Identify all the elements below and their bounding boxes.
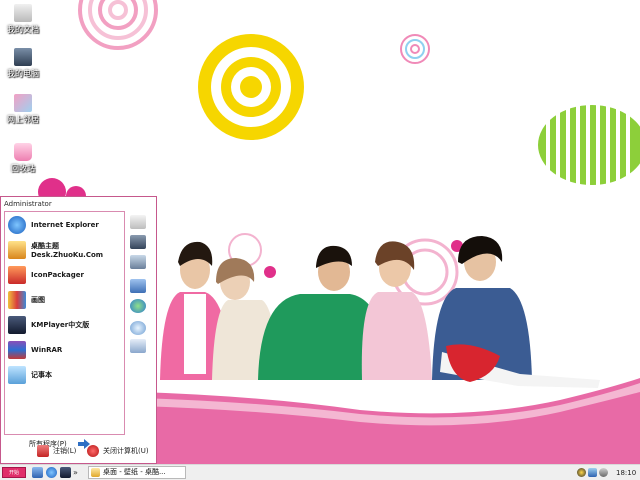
- menu-item-label: 记事本: [31, 370, 52, 379]
- volume-icon[interactable]: [599, 468, 608, 477]
- menu-item-notepad[interactable]: 记事本: [8, 364, 122, 386]
- logoff-icon: [37, 445, 49, 457]
- taskbar: 开始 » 桌面 - 壁纸 - 桌酷... 18:10: [0, 464, 640, 480]
- documents-icon[interactable]: [130, 215, 146, 229]
- paint-icon: [8, 291, 26, 309]
- menu-item-iconpackager[interactable]: IconPackager: [8, 264, 122, 286]
- menu-item-label: IconPackager: [31, 270, 84, 279]
- network-icon: [14, 94, 32, 112]
- network-icon[interactable]: [588, 468, 597, 477]
- desktop-icon-label: 网上邻居: [7, 115, 39, 124]
- logoff-label: 注销(L): [53, 447, 77, 455]
- globe-icon[interactable]: [130, 299, 146, 313]
- logoff-button[interactable]: 注销(L): [37, 444, 76, 458]
- internet-explorer-icon[interactable]: [46, 467, 57, 478]
- show-desktop-icon[interactable]: [32, 467, 43, 478]
- run-icon[interactable]: [130, 339, 146, 353]
- taskbar-window-button[interactable]: 桌面 - 壁纸 - 桌酷...: [88, 466, 186, 479]
- system-tray: 18:10: [577, 466, 639, 479]
- menu-item-sublabel: Desk.ZhuoKu.Com: [31, 250, 104, 259]
- menu-item-label: 桌酷主题: [31, 241, 59, 250]
- search-icon[interactable]: [130, 321, 146, 335]
- menu-item-internet-explorer[interactable]: Internet Explorer: [8, 214, 122, 236]
- start-button[interactable]: 开始: [2, 467, 26, 478]
- folder-documents-icon: [14, 4, 32, 22]
- computer-icon: [14, 48, 32, 66]
- qq-icon[interactable]: [577, 468, 586, 477]
- recycle-bin-icon: [14, 143, 32, 161]
- kmplayer-icon: [8, 316, 26, 334]
- taskbar-window-label: 桌面 - 壁纸 - 桌酷...: [103, 468, 166, 476]
- desktop-icon-label: 我的文档: [7, 25, 39, 34]
- start-menu: Administrator Internet Explorer 桌酷主题 Des…: [0, 196, 157, 464]
- desktop-icon-label: 我的电脑: [7, 69, 39, 78]
- power-icon: [87, 445, 99, 457]
- settings-icon[interactable]: [130, 279, 146, 293]
- menu-item-paint[interactable]: 画图: [8, 289, 122, 311]
- start-menu-programs: Internet Explorer 桌酷主题 Desk.ZhuoKu.Com I…: [4, 211, 125, 449]
- desktop-icon-documents[interactable]: 我的文档: [0, 4, 53, 35]
- control-panel-icon[interactable]: [130, 255, 146, 269]
- zhuoku-theme-icon: [8, 241, 26, 259]
- menu-item-label: 画图: [31, 295, 45, 304]
- clock: 18:10: [616, 468, 637, 477]
- menu-item-kmplayer[interactable]: KMPlayer中文版: [8, 314, 122, 336]
- winrar-icon: [8, 341, 26, 359]
- folder-icon: [91, 468, 100, 477]
- start-menu-places: [127, 211, 155, 435]
- shutdown-button[interactable]: 关闭计算机(U): [87, 444, 149, 458]
- desktop-icon-network[interactable]: 网上邻居: [0, 94, 53, 125]
- menu-item-label: WinRAR: [31, 345, 63, 354]
- desktop-icon-label: 回收站: [11, 164, 35, 173]
- iconpackager-icon: [8, 266, 26, 284]
- start-menu-user: Administrator: [1, 197, 156, 211]
- start-menu-footer: 注销(L) 关闭计算机(U): [1, 438, 156, 463]
- desktop-icon-computer[interactable]: 我的电脑: [0, 48, 53, 79]
- menu-item-label: Internet Explorer: [31, 220, 99, 229]
- menu-item-label: KMPlayer中文版: [31, 320, 90, 329]
- internet-explorer-icon: [8, 216, 26, 234]
- quicklaunch-more-button[interactable]: »: [73, 466, 78, 479]
- menu-item-zhuoku-theme[interactable]: 桌酷主题 Desk.ZhuoKu.Com: [8, 239, 122, 261]
- computer-icon[interactable]: [130, 235, 146, 249]
- shutdown-label: 关闭计算机(U): [103, 447, 149, 455]
- desktop-icon-recycle-bin[interactable]: 回收站: [0, 143, 53, 174]
- menu-item-winrar[interactable]: WinRAR: [8, 339, 122, 361]
- notepad-icon: [8, 366, 26, 384]
- media-player-icon[interactable]: [60, 467, 71, 478]
